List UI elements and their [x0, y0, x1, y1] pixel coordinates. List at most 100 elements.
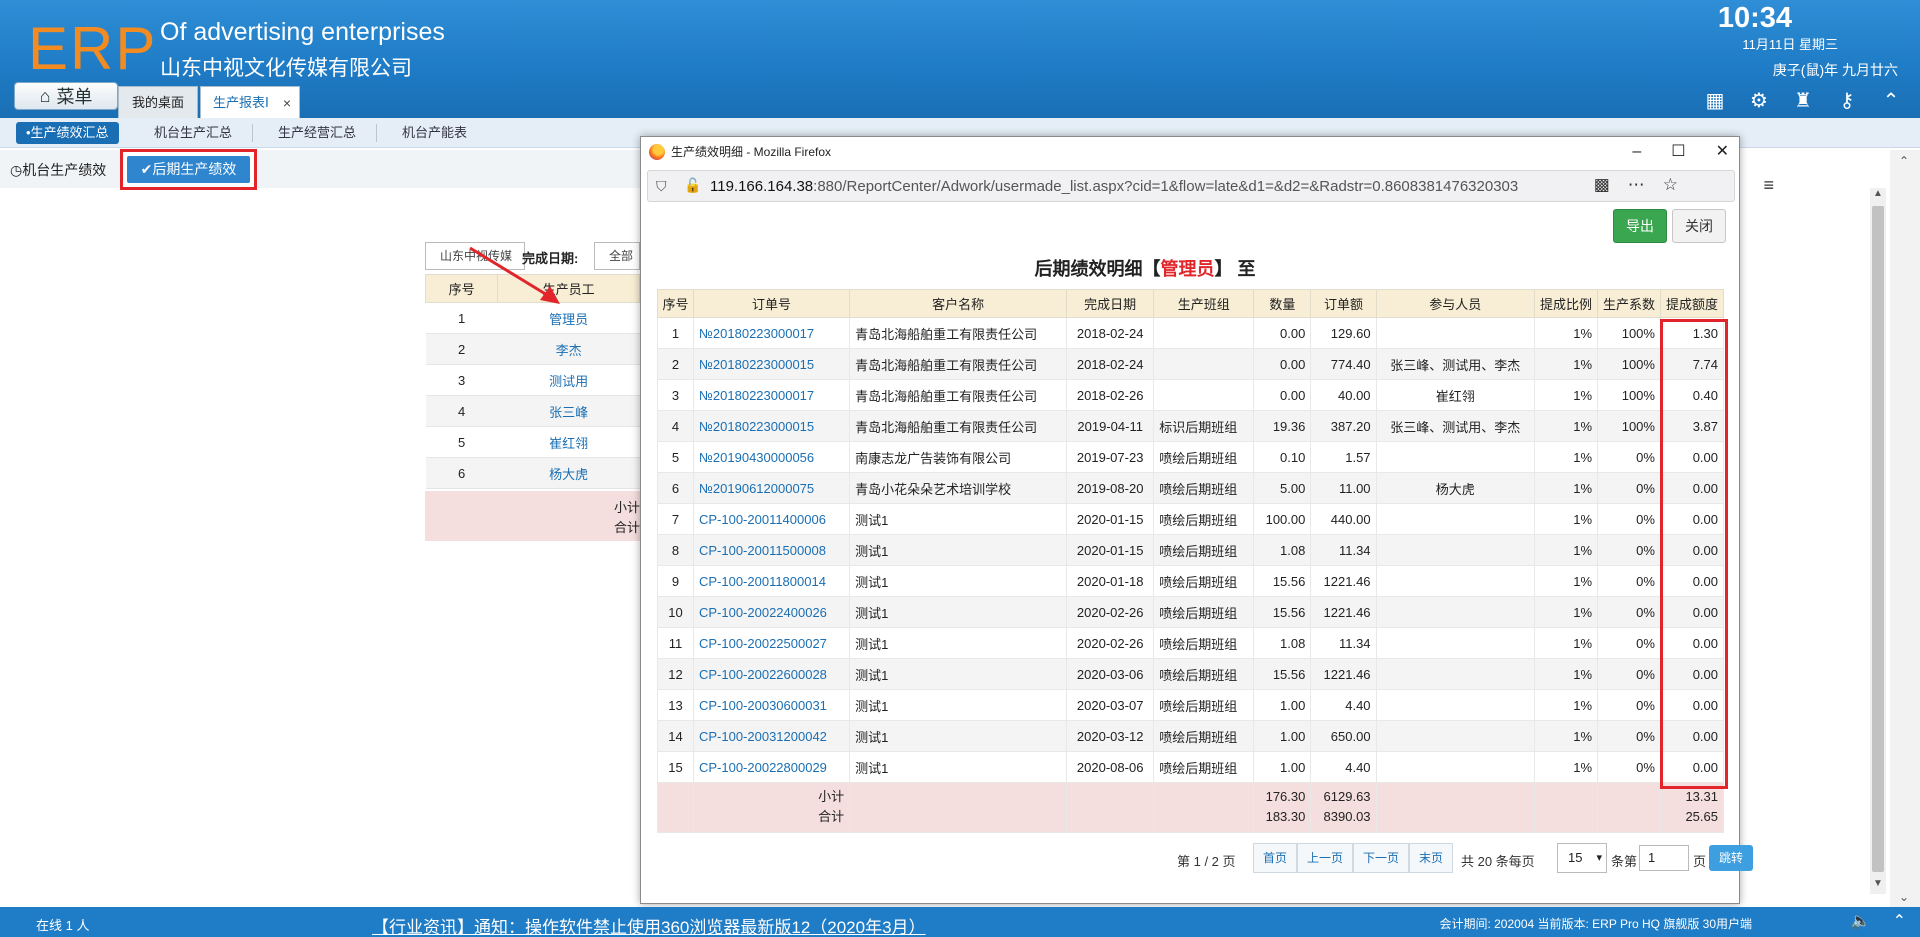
grid-add-icon[interactable]: ▦ — [1702, 88, 1728, 114]
table-row: 8 CP-100-20011500008 测试1 2020-01-15 喷绘后期班组 1.… — [657, 534, 1725, 566]
page-number-input[interactable]: 1 — [1639, 845, 1689, 871]
shirt-icon[interactable]: ♜ — [1790, 88, 1816, 114]
order-number-link[interactable]: №20180223000017 — [692, 379, 851, 411]
customer-name: 测试1 — [849, 596, 1068, 628]
prev-page-button[interactable]: 上一页 — [1297, 843, 1353, 873]
page-scrollbar[interactable]: ▲ ▼ — [1870, 188, 1886, 894]
scroll-down-icon[interactable]: ▼ — [1870, 878, 1886, 894]
report-title: 后期绩效明细【管理员】 至 — [641, 255, 1739, 281]
shield-icon[interactable]: ⛉ — [656, 178, 667, 195]
mode-machine-performance[interactable]: ◷机台生产绩效 — [10, 160, 106, 180]
url-text[interactable]: 119.166.164.38:880/ReportCenter/Adwork/u… — [710, 178, 1518, 195]
production-team: 喷绘后期班组 — [1153, 751, 1255, 783]
employee-link[interactable]: 测试用 — [497, 364, 640, 396]
table-row: 2 李杰 — [425, 333, 640, 365]
production-team: 喷绘后期班组 — [1153, 441, 1255, 473]
order-number-link[interactable]: CP-100-20022800029 — [692, 751, 851, 783]
order-number-link[interactable]: №20180223000017 — [692, 317, 851, 349]
summary-empty-cell — [1375, 782, 1536, 833]
summary-quantity-value: 183.30 — [1265, 809, 1306, 824]
commission-rate: 1% — [1534, 441, 1599, 473]
row-number: 4 — [657, 410, 694, 442]
completion-date: 2020-03-07 — [1066, 689, 1155, 721]
table-row: 6 №20190612000075 青岛小花朵朵艺术培训学校 2019-08-20 喷绘… — [657, 472, 1725, 504]
order-number-link[interactable]: CP-100-20030600031 — [692, 689, 851, 721]
order-number-link[interactable]: №20190430000056 — [692, 441, 851, 473]
scroll-up-icon[interactable]: ▲ — [1870, 188, 1886, 204]
order-number-link[interactable]: №20190612000075 — [692, 472, 851, 504]
tab-production-report[interactable]: 生产报表Ⅰ × — [200, 86, 300, 118]
row-number: 2 — [657, 348, 694, 380]
employee-link[interactable]: 崔红翎 — [497, 426, 640, 458]
production-team: 喷绘后期班组 — [1153, 720, 1255, 752]
quantity: 15.56 — [1253, 596, 1312, 628]
star-icon[interactable]: ☆ — [1663, 175, 1678, 195]
hamburger-menu-icon[interactable]: ≡ — [1763, 175, 1774, 196]
order-number-link[interactable]: №20180223000015 — [692, 348, 851, 380]
close-icon[interactable]: × — [283, 87, 291, 119]
brand-chinese: 山东中视文化传媒有限公司 — [160, 57, 412, 80]
collapse-up-icon[interactable]: ⌃ — [1878, 88, 1904, 114]
subnav-operation-summary[interactable]: 生产经营汇总 — [268, 122, 366, 144]
tab-my-desktop[interactable]: 我的桌面 — [118, 86, 198, 118]
employee-link[interactable]: 张三峰 — [497, 395, 640, 427]
participants: 崔红翎 — [1375, 379, 1536, 411]
subnav-performance-summary[interactable]: •生产绩效汇总 — [16, 122, 119, 144]
chevron-down-icon[interactable]: ⌄ — [1899, 890, 1909, 904]
first-page-button[interactable]: 首页 — [1253, 843, 1297, 873]
gear-icon[interactable]: ⚙ — [1746, 88, 1772, 114]
commission-rate: 1% — [1534, 689, 1599, 721]
completion-date: 2019-07-23 — [1066, 441, 1155, 473]
subnav-machine-capacity[interactable]: 机台产能表 — [392, 122, 477, 144]
production-factor: 0% — [1597, 751, 1661, 783]
order-number-link[interactable]: CP-100-20022400026 — [692, 596, 851, 628]
status-footer: 在线 1 人 【行业资讯】通知：操作软件禁止使用360浏览器最新版12（2020… — [0, 907, 1920, 937]
quantity: 0.10 — [1253, 441, 1312, 473]
row-number: 8 — [657, 534, 694, 566]
address-bar[interactable]: ⛉ 🔓 119.166.164.38:880/ReportCenter/Adwo… — [647, 170, 1774, 202]
export-button[interactable]: 导出 — [1613, 209, 1667, 243]
qr-code-icon[interactable]: ▩ — [1594, 175, 1610, 195]
order-number-link[interactable]: CP-100-20031200042 — [692, 720, 851, 752]
page-info: 第 1 / 2 页 — [1177, 854, 1236, 869]
go-page-button[interactable]: 跳转 — [1709, 845, 1753, 871]
production-team: 喷绘后期班组 — [1153, 472, 1255, 504]
subnav-machine-summary[interactable]: 机台生产汇总 — [144, 122, 242, 144]
news-link[interactable]: 【行业资讯】通知：操作软件禁止使用360浏览器最新版12（2020年3月） — [372, 913, 926, 937]
employee-link[interactable]: 李杰 — [497, 333, 640, 365]
chevron-up-icon[interactable]: ⌃ — [1899, 154, 1909, 168]
order-number-link[interactable]: CP-100-20011500008 — [692, 534, 851, 566]
order-amount: 1221.46 — [1310, 596, 1377, 628]
speaker-icon[interactable]: 🔈 — [1851, 911, 1871, 931]
production-team: 喷绘后期班组 — [1153, 565, 1255, 597]
next-page-button[interactable]: 下一页 — [1353, 843, 1409, 873]
order-number-link[interactable]: CP-100-20011400006 — [692, 503, 851, 535]
order-number-link[interactable]: CP-100-20022500027 — [692, 627, 851, 659]
customer-name: 测试1 — [849, 689, 1068, 721]
close-button[interactable]: 关闭 — [1672, 209, 1726, 243]
key-icon[interactable]: ⚷ — [1834, 88, 1860, 114]
quantity: 0.00 — [1253, 348, 1312, 380]
collapse-up-icon[interactable]: ⌃ — [1893, 911, 1906, 931]
menu-button[interactable]: ⌂ 菜单 — [14, 82, 118, 110]
more-icon[interactable]: ⋯ — [1628, 175, 1645, 195]
insecure-lock-icon[interactable]: 🔓 — [684, 177, 701, 194]
close-icon[interactable]: ✕ — [1716, 137, 1729, 167]
minimize-icon[interactable]: – — [1632, 137, 1641, 167]
maximize-icon[interactable]: ☐ — [1671, 137, 1685, 167]
scroll-thumb[interactable] — [1872, 206, 1884, 872]
customer-name: 青岛北海船舶重工有限责任公司 — [849, 410, 1068, 442]
mode-post-production-performance[interactable]: ✔后期生产绩效 — [127, 156, 250, 183]
table-row: 2 №20180223000015 青岛北海船舶重工有限责任公司 2018-02-24… — [657, 348, 1725, 380]
per-page-select[interactable]: 15 ▾ — [1557, 843, 1607, 873]
customer-name: 测试1 — [849, 565, 1068, 597]
completion-date-select[interactable]: 全部 — [594, 242, 640, 270]
order-number-link[interactable]: CP-100-20011800014 — [692, 565, 851, 597]
employee-link[interactable]: 杨大虎 — [497, 457, 640, 489]
summary-commission-value: 25.65 — [1685, 809, 1718, 824]
detail-popup-window: 生产绩效明细 - Mozilla Firefox – ☐ ✕ ⛉ 🔓 119.1… — [640, 136, 1774, 904]
last-page-button[interactable]: 末页 — [1409, 843, 1453, 873]
commission-rate: 1% — [1534, 596, 1599, 628]
order-number-link[interactable]: CP-100-20022600028 — [692, 658, 851, 690]
order-number-link[interactable]: №20180223000015 — [692, 410, 851, 442]
